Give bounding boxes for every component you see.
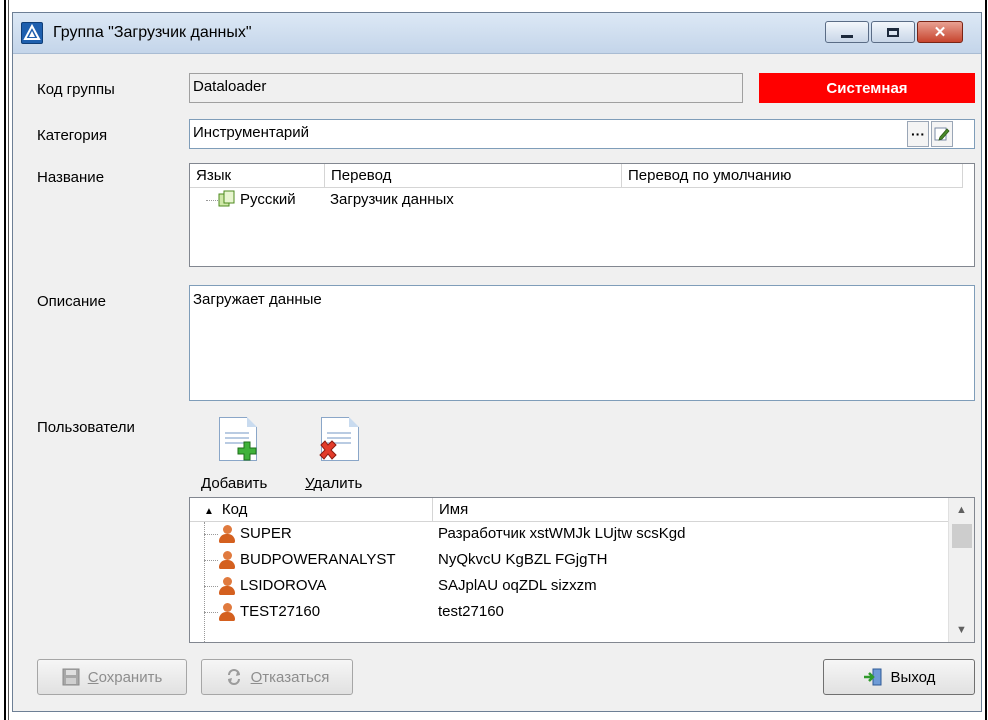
group-code-label: Код группы	[37, 81, 115, 98]
category-field[interactable]: Инструментарий	[189, 119, 975, 149]
sort-ascending-icon: ▲	[204, 506, 214, 517]
minimize-icon	[841, 34, 853, 38]
user-code: LSIDOROVA	[240, 577, 327, 594]
name-label: Название	[37, 169, 105, 186]
category-label: Категория	[37, 127, 108, 144]
user-icon	[218, 603, 236, 621]
column-header-language[interactable]: Язык	[190, 164, 324, 188]
exit-door-icon	[863, 668, 882, 686]
delete-document-icon	[319, 417, 359, 461]
user-name: test27160	[438, 603, 504, 620]
row-language: Русский	[240, 191, 296, 208]
maximize-button[interactable]	[871, 21, 915, 43]
users-grid-scrollbar[interactable]: ▲ ▼	[948, 498, 974, 642]
users-grid[interactable]: ▲ Код Имя SUPER Разработчик xstWMJk LUjtw…	[189, 497, 975, 643]
add-user-button[interactable]: Добавить	[201, 413, 281, 497]
description-label: Описание	[37, 293, 107, 310]
users-label: Пользователи	[37, 419, 135, 436]
title-bar[interactable]: Группа "Загрузчик данных" ✕	[13, 13, 981, 54]
user-name: NyQkvcU KgBZL FGjgTH	[438, 551, 608, 568]
save-button[interactable]: Сохранить	[37, 659, 187, 695]
user-code: TEST27160	[240, 603, 321, 620]
user-icon	[218, 551, 236, 569]
scroll-down-icon[interactable]: ▼	[949, 620, 974, 640]
ellipsis-icon: ···	[911, 126, 925, 142]
group-dialog-window: Группа "Загрузчик данных" ✕ Код группы D…	[12, 12, 982, 712]
close-button[interactable]: ✕	[917, 21, 963, 43]
scroll-thumb[interactable]	[952, 524, 972, 548]
category-picker-button[interactable]: ···	[907, 121, 929, 147]
user-code: SUPER	[240, 525, 292, 542]
maximize-icon	[887, 27, 899, 37]
column-header-name[interactable]: Имя	[433, 498, 949, 522]
close-icon: ✕	[933, 23, 947, 41]
user-name: SAJplAU oqZDL sizxzm	[438, 577, 597, 594]
left-border-line	[4, 0, 6, 720]
app-logo-icon	[21, 22, 43, 44]
row-translation: Загрузчик данных	[330, 191, 454, 208]
window-title: Группа "Загрузчик данных"	[53, 24, 252, 41]
description-textarea[interactable]: Загружает данные	[189, 285, 975, 401]
floppy-disk-icon	[62, 668, 80, 686]
minimize-button[interactable]	[825, 21, 869, 43]
category-edit-button[interactable]	[931, 121, 953, 147]
edit-pencil-icon	[934, 127, 950, 141]
undo-arrows-icon	[227, 669, 240, 685]
exit-button[interactable]: Выход	[823, 659, 975, 695]
column-header-default-translation[interactable]: Перевод по умолчанию	[622, 164, 962, 188]
scroll-up-icon[interactable]: ▲	[949, 500, 974, 520]
category-value: Инструментарий	[193, 124, 310, 141]
column-header-code[interactable]: ▲ Код	[190, 498, 432, 522]
system-badge: Системная	[759, 73, 975, 103]
language-page-icon	[218, 190, 235, 207]
cancel-button[interactable]: Отказаться	[201, 659, 353, 695]
delete-user-button[interactable]: Удалить	[305, 413, 385, 497]
user-icon	[218, 577, 236, 595]
column-header-translation[interactable]: Перевод	[325, 164, 621, 188]
user-name: Разработчик xstWMJk LUjtw scsKgd	[438, 525, 686, 542]
group-code-field[interactable]: Dataloader	[189, 73, 743, 103]
user-code: BUDPOWERANALYST	[240, 551, 396, 568]
name-translation-grid[interactable]: Язык Перевод Перевод по умолчанию Русски…	[189, 163, 975, 267]
user-icon	[218, 525, 236, 543]
right-border-line	[985, 0, 987, 720]
left-border-line-inner	[8, 0, 9, 720]
add-document-icon	[219, 417, 257, 461]
